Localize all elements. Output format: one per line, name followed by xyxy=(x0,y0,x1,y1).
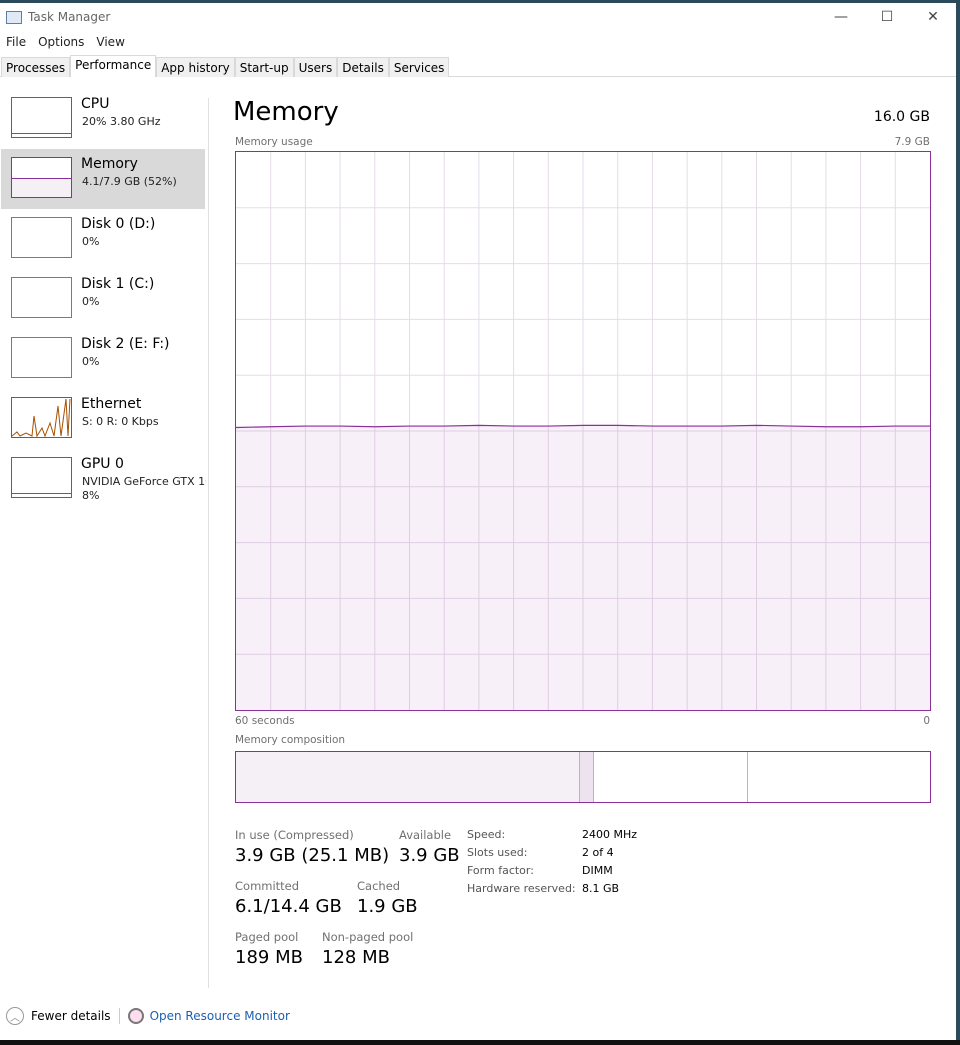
sidebar-item-label: Memory xyxy=(81,156,138,172)
sidebar-item-value: NVIDIA GeForce GTX 1070 xyxy=(82,475,206,488)
sidebar-item-cpu[interactable]: CPU 20% 3.80 GHz xyxy=(1,89,205,149)
sidebar-item-value: 20% 3.80 GHz xyxy=(82,115,161,128)
spec-label: Speed: xyxy=(467,828,506,841)
spec-row: Slots used: 2 of 4 xyxy=(467,846,637,864)
taskbar xyxy=(0,1040,960,1045)
composition-label: Memory composition xyxy=(235,734,346,746)
sidebar-item-ethernet[interactable]: Ethernet S: 0 R: 0 Kbps xyxy=(1,389,205,449)
sidebar-item-label: GPU 0 xyxy=(81,456,124,472)
available-label: Available xyxy=(399,828,452,842)
composition-free[interactable] xyxy=(748,752,930,802)
total-memory: 16.0 GB xyxy=(873,109,930,125)
paged-pool-value: 189 MB xyxy=(235,947,303,968)
committed-value: 6.1/14.4 GB xyxy=(235,896,342,917)
tab-processes[interactable]: Processes xyxy=(1,57,71,77)
fewer-details-link[interactable]: Fewer details xyxy=(31,1009,111,1023)
desktop-edge-right xyxy=(956,0,960,1045)
spec-label: Hardware reserved: xyxy=(467,882,576,895)
open-resource-monitor-link[interactable]: Open Resource Monitor xyxy=(150,1009,290,1023)
composition-modified[interactable] xyxy=(580,752,594,802)
in-use-label: In use (Compressed) xyxy=(235,828,354,842)
cached-value: 1.9 GB xyxy=(357,896,418,917)
tab-users[interactable]: Users xyxy=(293,57,338,77)
sidebar-item-disk-2-e-f[interactable]: Disk 2 (E: F:) 0% xyxy=(1,329,205,389)
committed-label: Committed xyxy=(235,879,300,893)
composition-in-use[interactable] xyxy=(236,752,580,802)
paged-pool-label: Paged pool xyxy=(235,930,299,944)
time-right: 0 xyxy=(923,715,930,727)
footer: ︿ Fewer details Open Resource Monitor xyxy=(0,1003,290,1029)
tab-app-history[interactable]: App history xyxy=(156,57,235,77)
close-button[interactable]: ✕ xyxy=(910,3,956,31)
sidebar-thumbnail-graph xyxy=(11,97,72,138)
tab-details[interactable]: Details xyxy=(337,57,389,77)
sidebar-item-value-2: 8% xyxy=(82,489,100,502)
sidebar-item-label: CPU xyxy=(81,96,110,112)
tab-services[interactable]: Services xyxy=(388,57,450,77)
sidebar-thumbnail-graph xyxy=(11,217,72,258)
usage-area xyxy=(236,425,930,710)
sidebar-item-disk-0-d[interactable]: Disk 0 (D:) 0% xyxy=(1,209,205,269)
footer-divider xyxy=(118,1008,120,1024)
menu-file[interactable]: File xyxy=(0,32,32,52)
sidebar-item-disk-1-c[interactable]: Disk 1 (C:) 0% xyxy=(1,269,205,329)
resource-monitor-icon[interactable] xyxy=(127,1008,144,1024)
memory-usage-chart xyxy=(235,151,931,711)
cached-label: Cached xyxy=(357,879,401,893)
task-manager-icon xyxy=(6,10,22,24)
maximize-button[interactable]: ☐ xyxy=(864,3,910,31)
composition-standby[interactable] xyxy=(594,752,748,802)
spec-value: 8.1 GB xyxy=(582,882,620,895)
sidebar-thumbnail-graph xyxy=(11,277,72,318)
menu-options[interactable]: Options xyxy=(32,32,90,52)
memory-composition-bar xyxy=(235,751,931,803)
divider xyxy=(208,98,209,988)
sidebar-thumbnail-graph xyxy=(11,157,72,198)
sidebar-thumbnail-graph xyxy=(11,457,72,498)
nonpaged-pool-label: Non-paged pool xyxy=(322,930,414,944)
tab-bar: Processes Performance App history Start-up U… xyxy=(0,55,956,77)
available-value: 3.9 GB xyxy=(399,845,460,866)
sidebar-thumbnail-graph xyxy=(11,337,72,378)
spec-label: Slots used: xyxy=(467,846,528,859)
tab-start-up[interactable]: Start-up xyxy=(234,57,294,77)
sidebar-item-gpu-0[interactable]: GPU 0 NVIDIA GeForce GTX 10708% xyxy=(1,449,206,509)
spec-row: Hardware reserved: 8.1 GB xyxy=(467,882,637,900)
sidebar-item-label: Disk 1 (C:) xyxy=(81,276,155,292)
time-left: 60 seconds xyxy=(235,715,295,727)
memory-specs: Speed: 2400 MHz Slots used: 2 of 4 Form fact… xyxy=(467,828,637,900)
sidebar-item-value: 4.1/7.9 GB (52%) xyxy=(82,175,177,188)
tab-performance[interactable]: Performance xyxy=(70,55,157,77)
sidebar-item-value: 0% xyxy=(82,355,100,368)
sidebar-item-value: S: 0 R: 0 Kbps xyxy=(82,415,159,428)
spec-value: 2400 MHz xyxy=(582,828,638,841)
menu-bar: File Options View xyxy=(0,32,131,52)
sidebar-item-label: Disk 0 (D:) xyxy=(81,216,156,232)
sidebar-item-label: Ethernet xyxy=(81,396,142,412)
sidebar-item-value: 0% xyxy=(82,295,100,308)
window-title: Task Manager xyxy=(28,10,111,24)
usage-label: Memory usage xyxy=(235,136,313,148)
page-title: Memory xyxy=(233,97,339,127)
sidebar-item-label: Disk 2 (E: F:) xyxy=(81,336,170,352)
spec-label: Form factor: xyxy=(467,864,534,877)
usage-max: 7.9 GB xyxy=(894,136,930,148)
spec-value: 2 of 4 xyxy=(582,846,614,859)
minimize-button[interactable]: — xyxy=(818,3,864,31)
sidebar-item-memory[interactable]: Memory 4.1/7.9 GB (52%) xyxy=(1,149,205,209)
nonpaged-pool-value: 128 MB xyxy=(322,947,390,968)
chevron-up-icon[interactable]: ︿ xyxy=(6,1007,24,1025)
title-bar: Task Manager — ☐ ✕ xyxy=(0,3,956,31)
spec-row: Speed: 2400 MHz xyxy=(467,828,637,846)
sidebar-item-value: 0% xyxy=(82,235,100,248)
sidebar-thumbnail-graph xyxy=(11,397,72,438)
in-use-value: 3.9 GB (25.1 MB) xyxy=(235,845,390,866)
spec-value: DIMM xyxy=(582,864,613,877)
menu-view[interactable]: View xyxy=(90,32,130,52)
spec-row: Form factor: DIMM xyxy=(467,864,637,882)
